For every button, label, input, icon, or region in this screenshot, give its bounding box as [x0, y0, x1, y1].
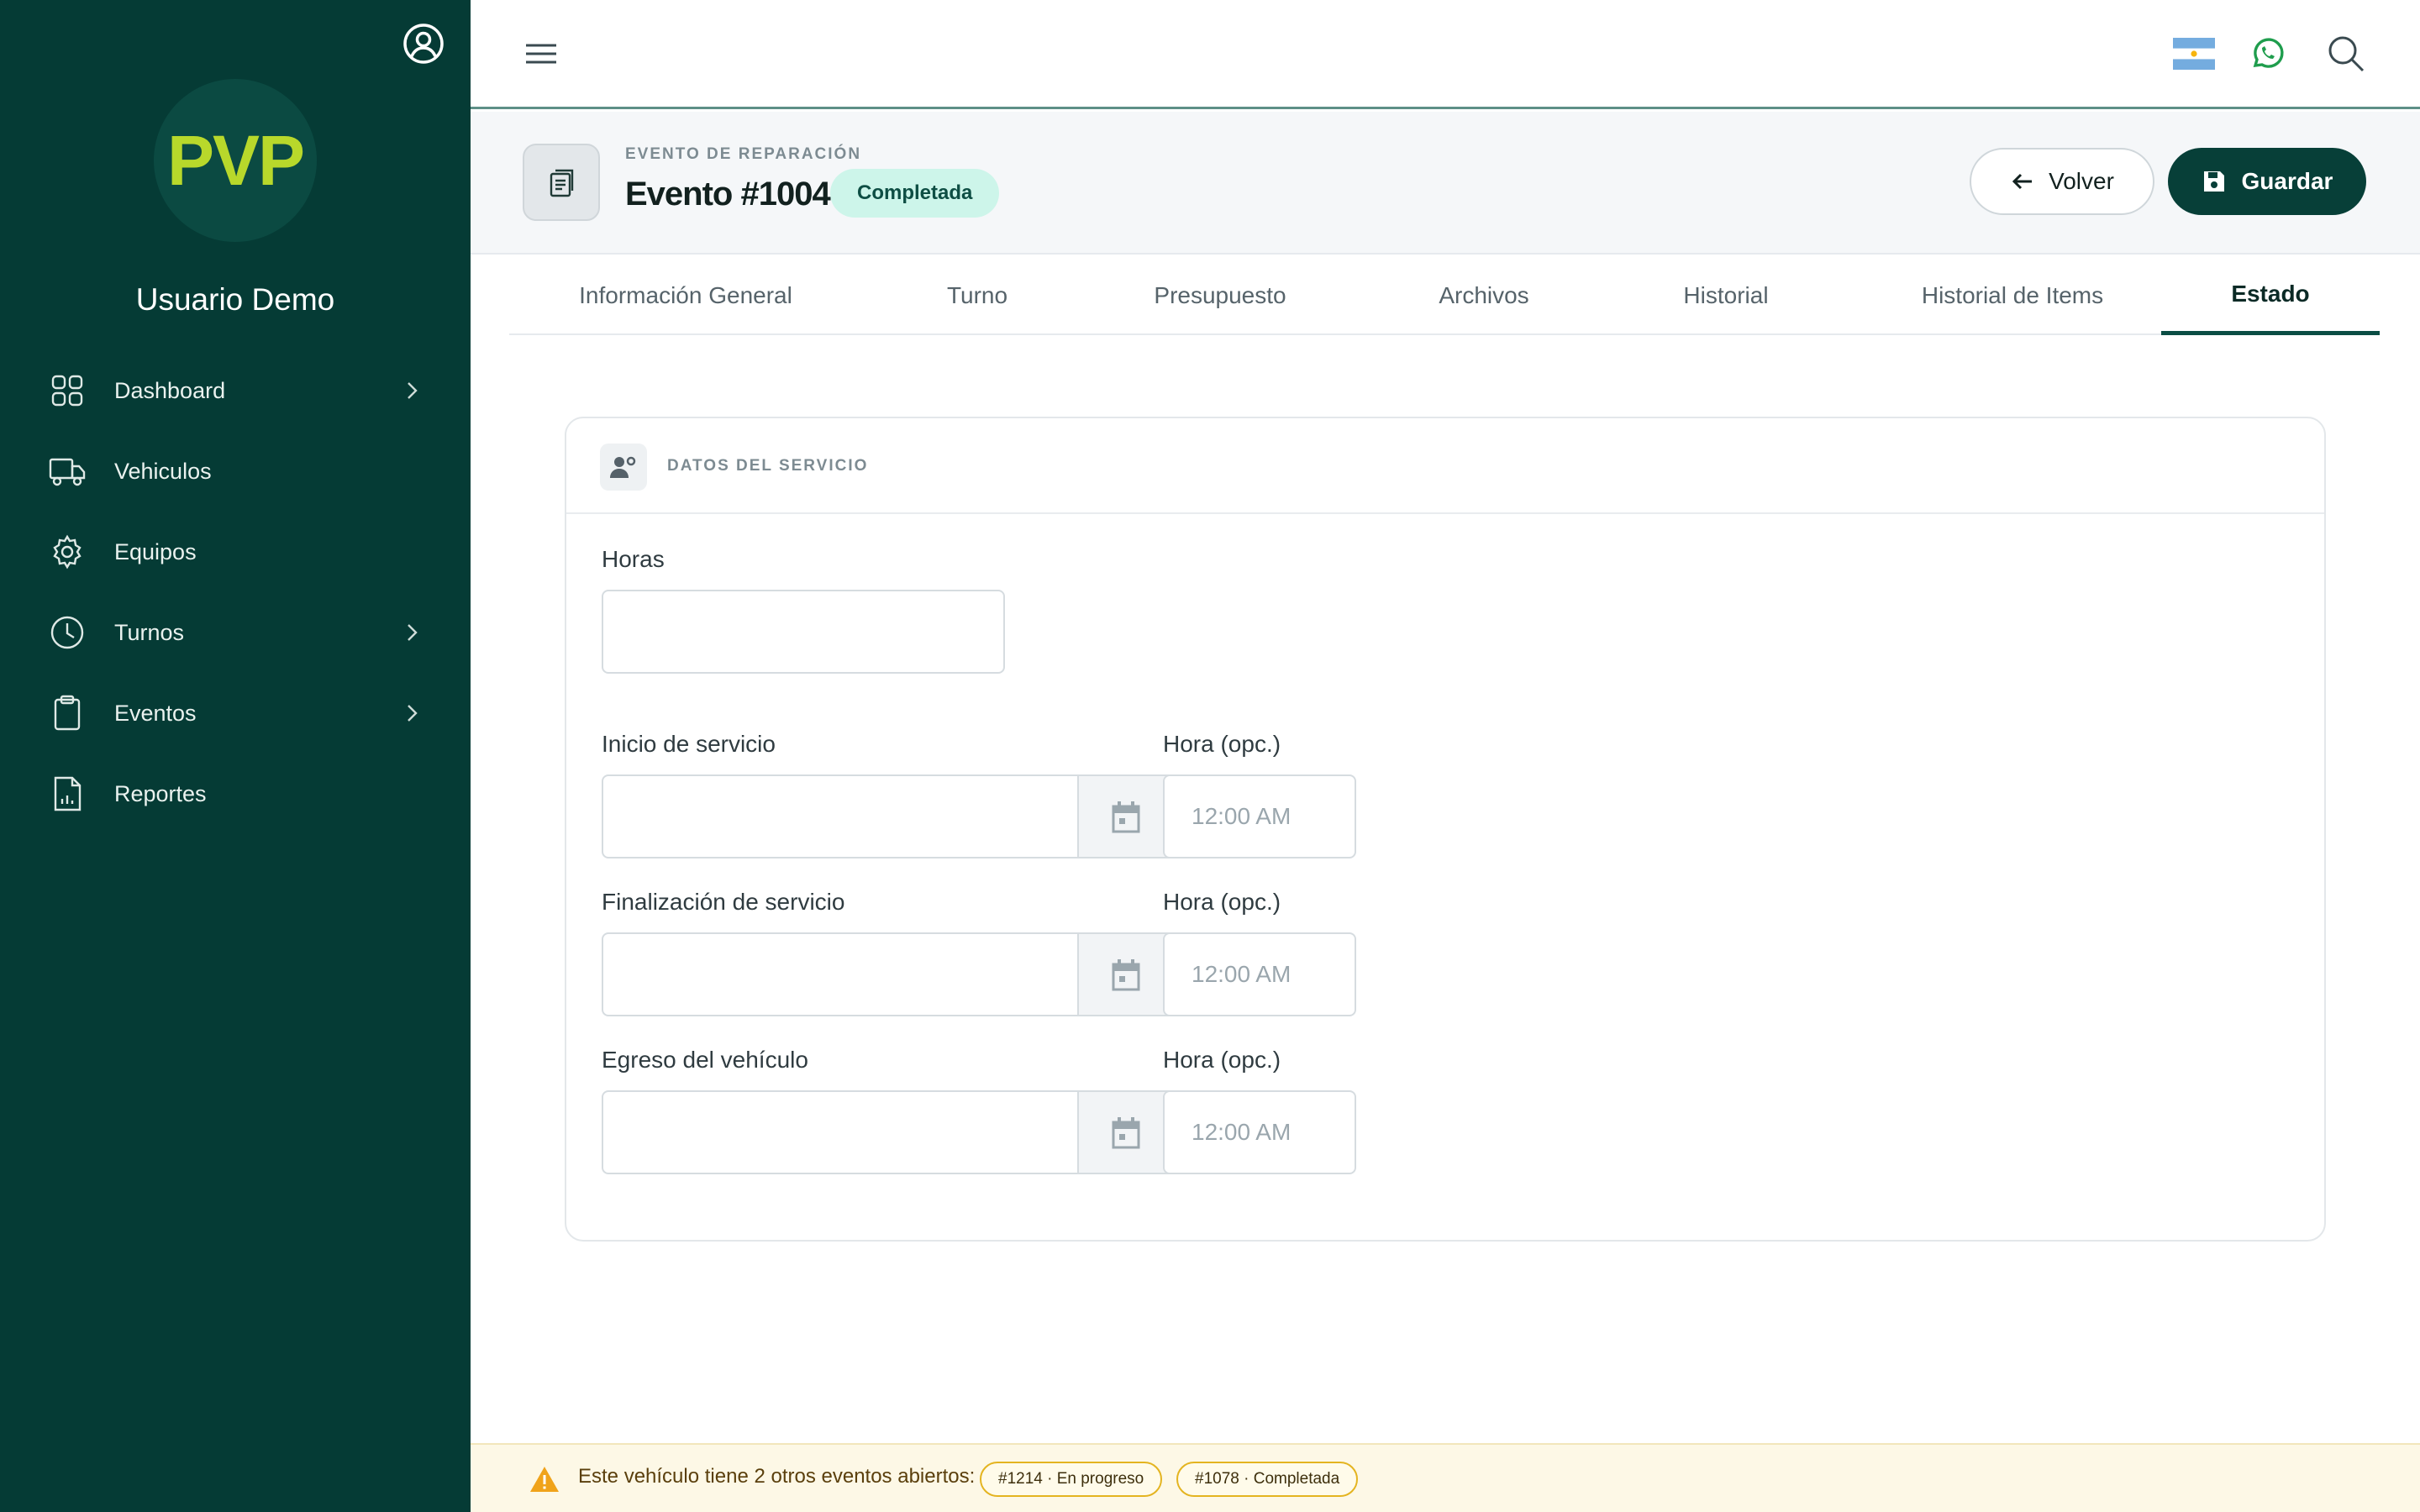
- chevron-right-icon: [408, 705, 418, 722]
- logo-text: PVP: [166, 120, 305, 200]
- open-events-warning: Este vehículo tiene 2 otros eventos abie…: [471, 1443, 2420, 1512]
- sidebar-item-vehiculos[interactable]: Vehiculos: [0, 431, 471, 512]
- clipboard-icon: [49, 695, 86, 732]
- status-badge: Completada: [830, 169, 1000, 218]
- service-end-time-input[interactable]: 12:00 AM: [1163, 932, 1356, 1016]
- tab-estado[interactable]: Estado: [2161, 256, 2380, 335]
- calendar-icon[interactable]: [1077, 934, 1173, 1015]
- back-button[interactable]: Volver: [1970, 148, 2154, 215]
- service-data-card: DATOS DEL SERVICIO Horas Inicio de servi…: [565, 417, 2326, 1242]
- calendar-icon[interactable]: [1077, 776, 1173, 857]
- tab-historial-de-items[interactable]: Historial de Items: [1877, 256, 2148, 335]
- service-end-date-input[interactable]: [602, 932, 1175, 1016]
- service-end-label: Finalización de servicio: [602, 889, 845, 915]
- service-start-label: Inicio de servicio: [602, 731, 776, 757]
- sidebar-item-label: Reportes: [114, 780, 207, 806]
- service-start-time-label: Hora (opc.): [1163, 731, 1281, 757]
- save-button-label: Guardar: [2241, 168, 2333, 194]
- back-button-label: Volver: [2049, 168, 2114, 194]
- arrow-left-icon: [2012, 173, 2033, 190]
- user-gear-icon: [600, 444, 647, 491]
- sidebar-nav: Dashboard Vehiculos Equipos Turnos Event…: [0, 350, 471, 834]
- top-bar: [471, 0, 2420, 109]
- vehicle-exit-time-label: Hora (opc.): [1163, 1047, 1281, 1073]
- tab-informacion-general[interactable]: Información General: [543, 256, 829, 335]
- truck-icon: [49, 453, 86, 490]
- warning-message: Este vehículo tiene 2 otros eventos abie…: [578, 1465, 976, 1488]
- sidebar-item-reportes[interactable]: Reportes: [0, 753, 471, 834]
- page-title: Evento #1004: [625, 176, 831, 213]
- sidebar-item-label: Eventos: [114, 700, 197, 726]
- page-header: EVENTO DE REPARACIÓN Evento #1004 Comple…: [471, 112, 2420, 255]
- grid-icon: [49, 372, 86, 409]
- sidebar: PVP Usuario Demo Dashboard Vehiculos Equ…: [0, 0, 471, 1512]
- logo: PVP: [154, 79, 317, 242]
- tab-turno[interactable]: Turno: [909, 256, 1045, 335]
- page-eyebrow: EVENTO DE REPARACIÓN: [625, 145, 862, 163]
- sidebar-item-equipos[interactable]: Equipos: [0, 512, 471, 592]
- vehicle-exit-label: Egreso del vehículo: [602, 1047, 808, 1073]
- warning-icon: [530, 1467, 559, 1492]
- username: Usuario Demo: [135, 282, 335, 317]
- menu-icon[interactable]: [521, 37, 563, 71]
- tab-bar: Información General Turno Presupuesto Ar…: [509, 256, 2380, 335]
- sidebar-item-label: Turnos: [114, 619, 185, 645]
- service-start-time-input[interactable]: 12:00 AM: [1163, 774, 1356, 858]
- card-header: DATOS DEL SERVICIO: [566, 418, 2324, 514]
- chevron-right-icon: [408, 624, 418, 641]
- card-title: DATOS DEL SERVICIO: [667, 457, 869, 475]
- open-event-chip[interactable]: #1078 · Completada: [1176, 1462, 1359, 1497]
- user-profile-icon[interactable]: [400, 20, 447, 67]
- sidebar-item-dashboard[interactable]: Dashboard: [0, 350, 471, 431]
- tab-archivos[interactable]: Archivos: [1400, 256, 1568, 335]
- sidebar-item-label: Equipos: [114, 538, 197, 564]
- argentina-flag-icon[interactable]: [2173, 38, 2215, 70]
- open-event-chip[interactable]: #1214 · En progreso: [980, 1462, 1163, 1497]
- sidebar-item-label: Dashboard: [114, 377, 226, 403]
- save-icon: [2203, 171, 2224, 192]
- gear-icon: [49, 533, 86, 570]
- tab-historial[interactable]: Historial: [1642, 256, 1810, 335]
- clock-icon: [49, 614, 86, 651]
- vehicle-exit-time-input[interactable]: 12:00 AM: [1163, 1090, 1356, 1174]
- service-end-time-label: Hora (opc.): [1163, 889, 1281, 915]
- calendar-icon[interactable]: [1077, 1092, 1173, 1173]
- sidebar-item-eventos[interactable]: Eventos: [0, 673, 471, 753]
- save-button[interactable]: Guardar: [2168, 148, 2366, 215]
- tab-presupuesto[interactable]: Presupuesto: [1123, 256, 1318, 335]
- hours-label: Horas: [602, 546, 665, 572]
- vehicle-exit-date-input[interactable]: [602, 1090, 1175, 1174]
- sidebar-item-label: Vehiculos: [114, 458, 212, 484]
- report-icon: [49, 775, 86, 812]
- search-icon[interactable]: [2324, 32, 2368, 76]
- document-icon: [523, 144, 600, 221]
- whatsapp-icon[interactable]: [2247, 34, 2287, 74]
- hours-input[interactable]: [602, 590, 1005, 674]
- sidebar-item-turnos[interactable]: Turnos: [0, 592, 471, 673]
- chevron-right-icon: [408, 382, 418, 399]
- service-start-date-input[interactable]: [602, 774, 1175, 858]
